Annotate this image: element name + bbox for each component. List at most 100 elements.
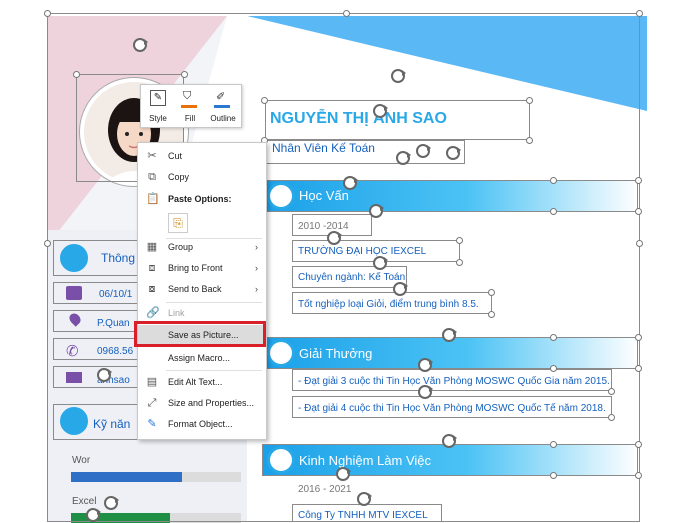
rotate-handle-icon[interactable] <box>442 434 457 448</box>
rotate-handle-icon[interactable] <box>442 328 457 342</box>
resize-handle[interactable] <box>550 177 557 184</box>
selection-box-birthday <box>53 282 143 304</box>
resize-handle[interactable] <box>44 240 51 247</box>
rotate-handle-icon[interactable] <box>336 467 351 481</box>
resize-handle[interactable] <box>73 71 80 78</box>
menu-item-bring-to-front-label: Bring to Front <box>168 263 223 273</box>
selection-box-experience <box>262 444 638 476</box>
group-icon: ▦ <box>146 241 158 253</box>
resize-handle[interactable] <box>456 259 463 266</box>
rotate-handle-icon[interactable] <box>418 358 433 372</box>
fill-color-swatch <box>181 105 197 108</box>
mini-toolbar: ✎ Style ⛉ Fill ✐ Outline <box>140 84 242 128</box>
outline-pen-icon: ✐ <box>216 91 226 103</box>
fill-label: Fill <box>184 114 196 123</box>
rotate-handle-icon[interactable] <box>357 492 372 506</box>
rotate-handle-icon[interactable] <box>97 368 112 382</box>
format-object-icon: ✎ <box>147 418 157 430</box>
scissors-icon: ✂ <box>147 150 157 162</box>
rotate-handle-icon[interactable] <box>133 38 148 52</box>
menu-item-size-and-properties[interactable]: ⤢ Size and Properties... <box>138 393 264 413</box>
resize-handle[interactable] <box>550 441 557 448</box>
selection-box-skills <box>53 404 143 440</box>
size-properties-icon: ⤢ <box>147 397 157 409</box>
resize-handle[interactable] <box>44 10 51 17</box>
menu-item-paste-options-label: Paste Options: <box>168 194 232 204</box>
outline-label: Outline <box>210 114 236 123</box>
resize-handle[interactable] <box>550 208 557 215</box>
menu-item-format-object-label: Format Object... <box>168 419 233 429</box>
resize-handle[interactable] <box>636 240 643 247</box>
paste-icon: 📋 <box>146 193 160 205</box>
rotate-handle-icon[interactable] <box>418 385 433 399</box>
rotate-handle-icon[interactable] <box>393 282 408 296</box>
copy-icon: ⧉ <box>148 171 156 183</box>
selection-box-edu-major <box>292 266 407 288</box>
chevron-right-icon: › <box>255 263 258 273</box>
menu-item-format-object[interactable]: ✎ Format Object... <box>138 414 264 434</box>
selection-box-award-2 <box>292 396 612 418</box>
resize-handle[interactable] <box>488 311 495 318</box>
menu-item-edit-alt-text[interactable]: ▤ Edit Alt Text... <box>138 372 264 392</box>
menu-item-link[interactable]: 🔗 Link <box>138 303 264 323</box>
resize-handle[interactable] <box>635 334 642 341</box>
menu-item-assign-macro-label: Assign Macro... <box>168 353 231 363</box>
menu-item-paste-options: 📋 Paste Options: <box>138 189 264 209</box>
send-to-back-icon: ⧇ <box>148 283 156 295</box>
resize-handle[interactable] <box>635 472 642 479</box>
style-label: Style <box>149 114 167 123</box>
menu-item-send-to-back[interactable]: ⧇ Send to Back › <box>138 279 264 299</box>
outline-color-swatch <box>214 105 230 108</box>
rotate-handle-icon[interactable] <box>343 176 358 190</box>
menu-item-bring-to-front[interactable]: ⧈ Bring to Front › <box>138 258 264 278</box>
resize-handle[interactable] <box>550 334 557 341</box>
rotate-handle-icon[interactable] <box>373 256 388 270</box>
resize-handle[interactable] <box>526 137 533 144</box>
resize-handle[interactable] <box>488 289 495 296</box>
menu-item-group-label: Group <box>168 242 194 252</box>
selection-box-edu-result <box>292 292 492 314</box>
menu-item-link-label: Link <box>168 308 185 318</box>
rotate-handle-icon[interactable] <box>104 496 119 510</box>
resize-handle[interactable] <box>635 177 642 184</box>
rotate-handle-icon[interactable] <box>396 151 411 165</box>
menu-item-assign-macro[interactable]: Assign Macro... <box>138 348 264 368</box>
rotate-handle-icon[interactable] <box>369 204 384 218</box>
resize-handle[interactable] <box>608 388 615 395</box>
selection-box-award-1 <box>292 369 612 391</box>
rotate-handle-icon[interactable] <box>416 144 431 158</box>
menu-item-copy-label: Copy <box>168 172 190 182</box>
rotate-handle-icon[interactable] <box>373 104 388 118</box>
resize-handle[interactable] <box>526 97 533 104</box>
resize-handle[interactable] <box>608 414 615 421</box>
resize-handle[interactable] <box>636 10 643 17</box>
menu-item-cut-label: Cut <box>168 151 183 161</box>
resize-handle[interactable] <box>635 365 642 372</box>
menu-item-copy[interactable]: ⧉ Copy <box>138 167 264 187</box>
selection-box-education <box>262 180 638 212</box>
selection-box-address <box>53 310 143 332</box>
resize-handle[interactable] <box>635 441 642 448</box>
fill-button[interactable]: ⛉ Fill <box>175 87 205 125</box>
resize-handle[interactable] <box>550 472 557 479</box>
chevron-right-icon: › <box>255 284 258 294</box>
rotate-handle-icon[interactable] <box>86 508 101 522</box>
menu-item-group[interactable]: ▦ Group › <box>138 237 264 257</box>
selection-box-exp-company <box>292 504 442 522</box>
resize-handle[interactable] <box>343 10 350 17</box>
rotate-handle-icon[interactable] <box>391 69 406 83</box>
menu-item-cut[interactable]: ✂ Cut <box>138 146 264 166</box>
rotate-handle-icon[interactable] <box>446 146 461 160</box>
rotate-handle-icon[interactable] <box>327 231 342 245</box>
outline-button[interactable]: ✐ Outline <box>207 87 239 125</box>
paste-option-button[interactable]: ⎘ <box>168 213 188 233</box>
menu-item-size-and-properties-label: Size and Properties... <box>168 398 255 408</box>
chevron-right-icon: › <box>255 242 258 252</box>
resize-handle[interactable] <box>261 97 268 104</box>
resize-handle[interactable] <box>550 365 557 372</box>
resize-handle[interactable] <box>635 208 642 215</box>
selection-box-name <box>265 100 530 140</box>
style-button[interactable]: ✎ Style <box>143 87 173 125</box>
resize-handle[interactable] <box>181 71 188 78</box>
resize-handle[interactable] <box>456 237 463 244</box>
